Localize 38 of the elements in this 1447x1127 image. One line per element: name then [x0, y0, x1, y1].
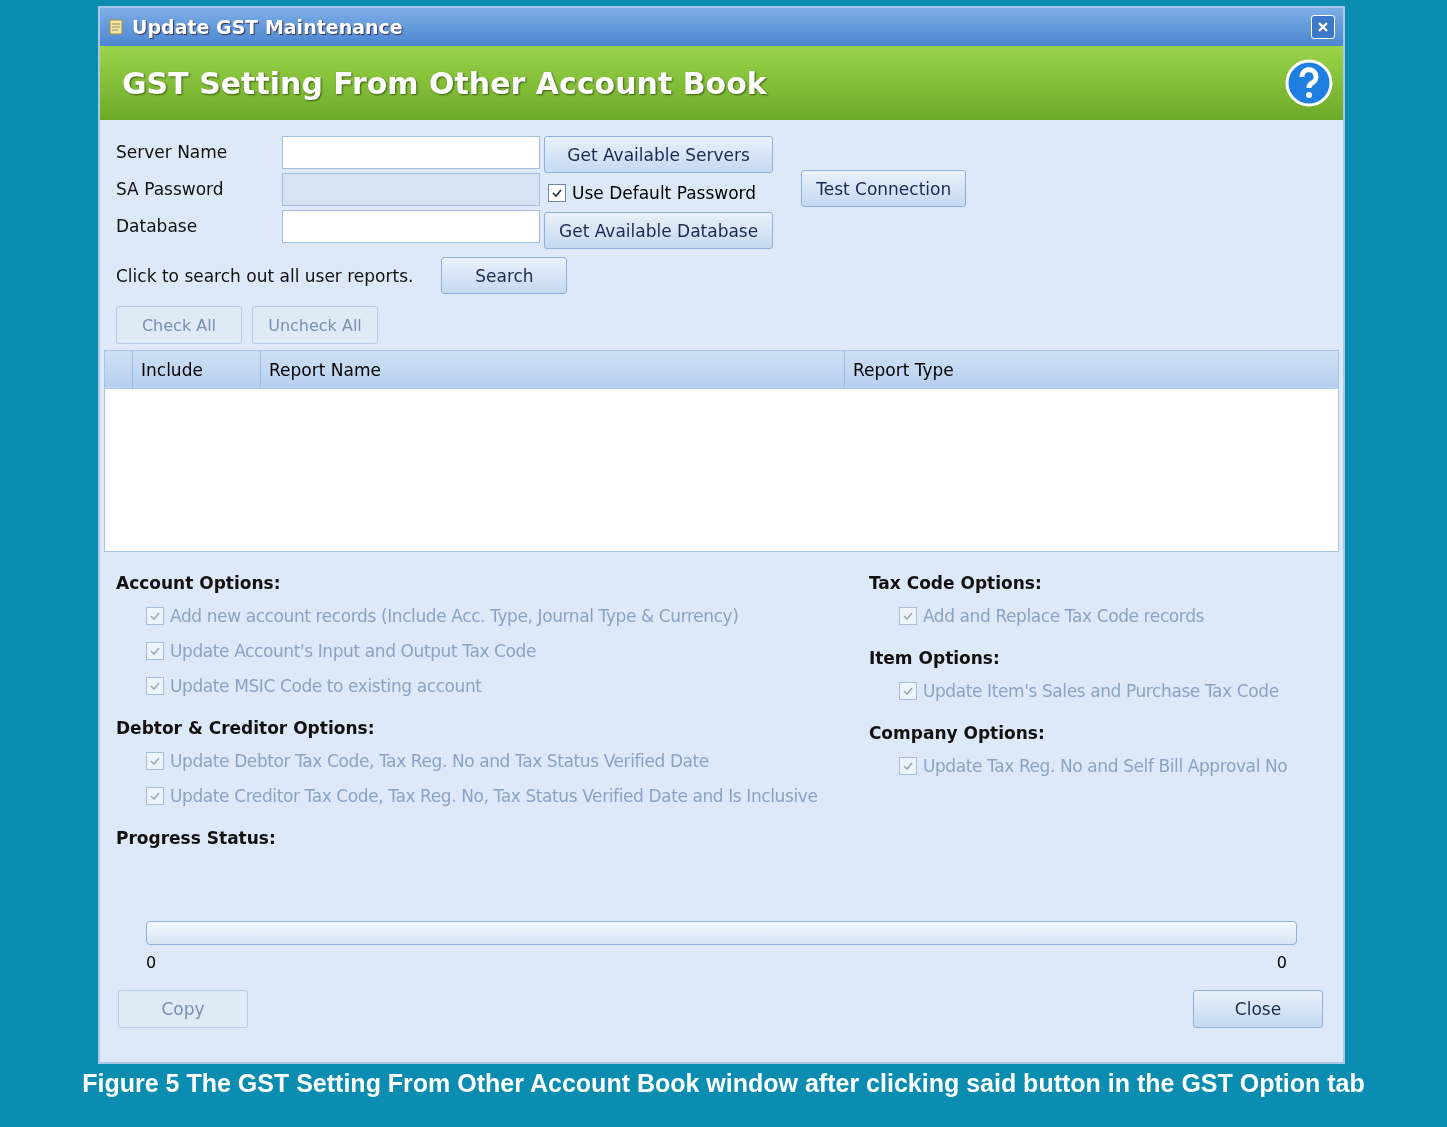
input-field[interactable]	[282, 210, 540, 243]
header-title: GST Setting From Other Account Book	[122, 65, 767, 101]
column-header[interactable]: Report Type	[845, 351, 1338, 389]
option-label: Update Debtor Tax Code, Tax Reg. No and Tax Status Verified Date	[170, 750, 709, 771]
column-header[interactable]: Include	[133, 351, 261, 389]
option-label: Update Account's Input and Output Tax Code	[170, 640, 536, 661]
option-label: Update Item's Sales and Purchase Tax Code	[922, 680, 1279, 701]
option-label: Update Creditor Tax Code, Tax Reg. No, Tax Status Verified Date and Is Inclusive	[170, 785, 818, 806]
get-database-button[interactable]: Get Available Database	[544, 212, 774, 249]
search-hint: Click to search out all user reports.	[116, 265, 414, 286]
checkbox[interactable]	[548, 183, 566, 202]
option-label: Update MSIC Code to existing account	[170, 675, 482, 696]
document-icon	[108, 19, 124, 35]
group-title: Debtor & Creditor Options:	[116, 717, 376, 740]
group-title: Item Options:	[868, 647, 1001, 670]
figure-caption: Figure 5 The GST Setting From Other Account Book window after clicking said button in the GST Option tab	[81, 1068, 1366, 1099]
option-label: Update Tax Reg. No and Self Bill Approval No	[922, 755, 1288, 776]
search-button[interactable]: Search	[441, 257, 568, 294]
get-servers-button[interactable]: Get Available Servers	[544, 136, 774, 173]
option-label: Add and Replace Tax Code records	[922, 605, 1204, 626]
group-title: Tax Code Options:	[868, 572, 1043, 595]
field-label: Database	[116, 215, 199, 238]
field-label: SA Password	[116, 178, 225, 201]
group-title: Company Options:	[868, 722, 1046, 745]
checkbox-label: Use Default Password	[572, 182, 757, 203]
column-header[interactable]: Report Name	[261, 351, 845, 389]
help-icon[interactable]	[1285, 59, 1333, 107]
input-field[interactable]	[282, 136, 540, 169]
group-title: Progress Status:	[116, 827, 277, 850]
test-connection-button[interactable]: Test Connection	[801, 170, 967, 207]
footer-button[interactable]: Close	[1193, 990, 1323, 1028]
group-title: Account Options:	[116, 572, 282, 595]
progress-min-label: 0	[146, 953, 157, 972]
window-title: Update GST Maintenance	[132, 16, 404, 38]
option-label: Add new account records (Include Acc. Type, Journal Type & Currency)	[170, 605, 739, 626]
close-icon[interactable]	[1311, 15, 1335, 39]
progress-max-label: 0	[1276, 953, 1287, 972]
field-label: Server Name	[116, 141, 229, 164]
